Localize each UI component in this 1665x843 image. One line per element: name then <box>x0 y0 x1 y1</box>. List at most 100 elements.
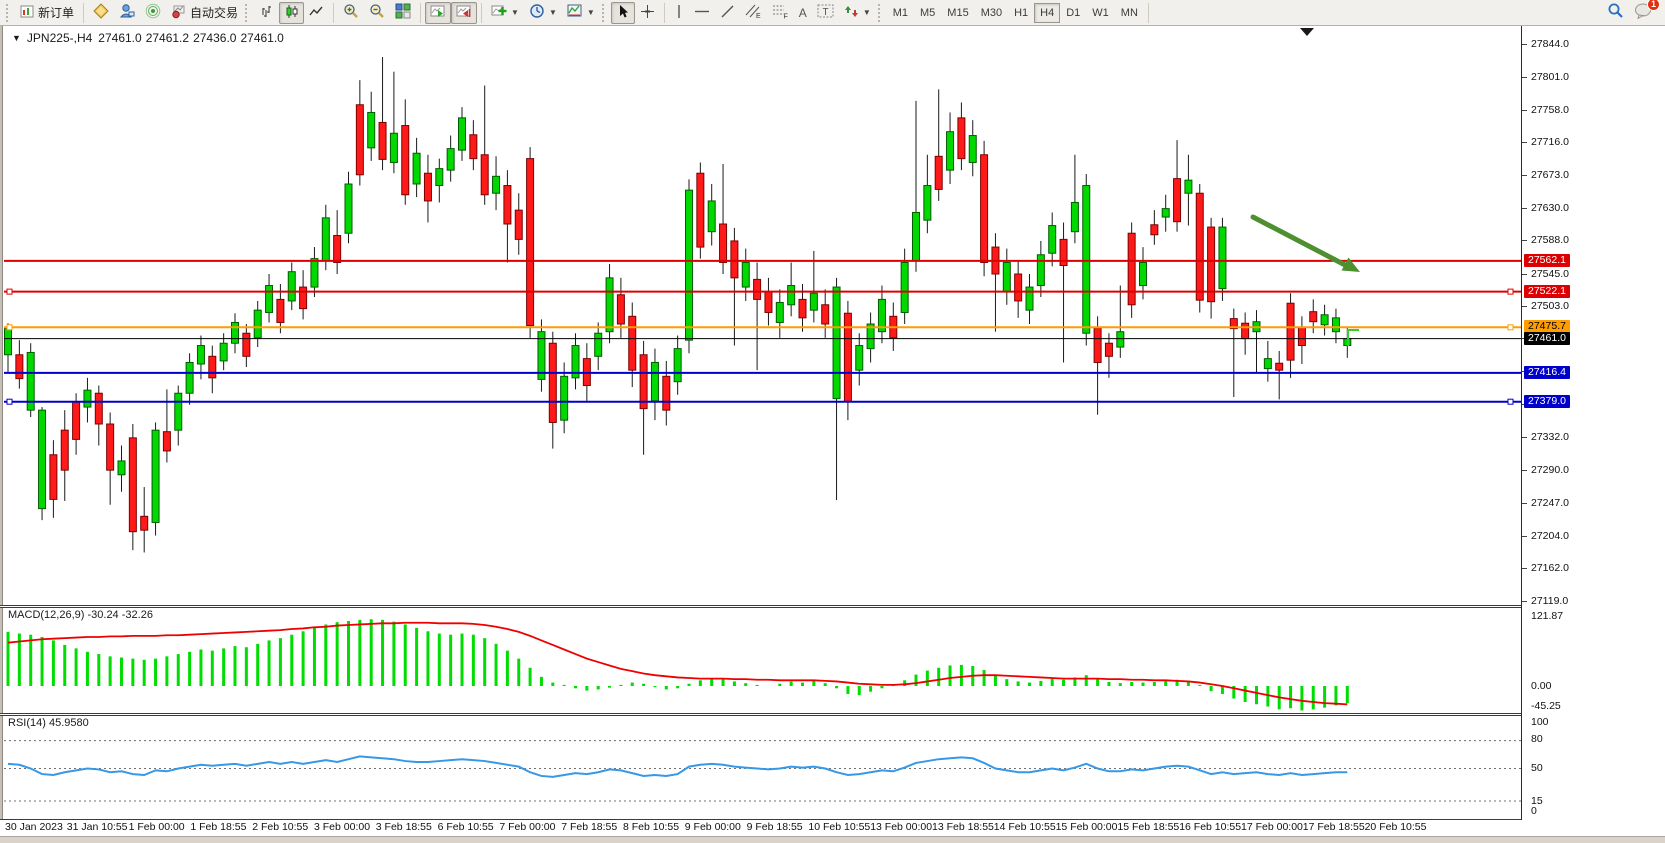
trendline-button[interactable] <box>715 2 740 24</box>
time-axis-label: 3 Feb 00:00 <box>314 821 370 833</box>
search-icon[interactable] <box>1607 2 1624 24</box>
candle-body <box>1298 327 1305 345</box>
price-tick-label: 27247.0 <box>1531 497 1569 510</box>
notifications-button[interactable]: 1 <box>1634 2 1653 24</box>
toolbar-grip[interactable] <box>245 4 250 22</box>
periods-button[interactable]: ▼ <box>524 2 562 24</box>
candle-body <box>720 224 727 262</box>
candle-body <box>288 272 295 301</box>
rsi-pane[interactable] <box>4 716 1521 818</box>
candle-body <box>424 173 431 201</box>
new-order-button[interactable]: 新订单 <box>15 2 79 24</box>
macd-signal-value: -32.26 <box>122 609 153 621</box>
signal-button[interactable] <box>140 2 166 24</box>
time-axis-label: 13 Feb 00:00 <box>870 821 932 833</box>
candle-body <box>935 156 942 189</box>
line-chart-icon <box>309 4 324 22</box>
candle-body <box>436 169 443 186</box>
chevron-down-icon[interactable]: ▼ <box>12 33 21 43</box>
time-axis[interactable]: 30 Jan 202331 Jan 10:551 Feb 00:001 Feb … <box>0 820 1665 836</box>
time-axis-label: 17 Feb 18:55 <box>1303 821 1365 833</box>
candle-body <box>947 132 954 170</box>
macd-pane[interactable] <box>4 608 1521 713</box>
cursor-button[interactable] <box>611 2 635 24</box>
candle-body <box>629 316 636 370</box>
candle-body <box>1117 332 1124 347</box>
price-axis[interactable]: 27844.027801.027758.027716.027673.027630… <box>1521 26 1665 820</box>
chevron-down-icon: ▼ <box>549 8 557 17</box>
toolbar-grip[interactable] <box>878 4 883 22</box>
chart-shift-button[interactable] <box>451 2 477 24</box>
candle-body <box>277 299 284 322</box>
market-watch-button[interactable] <box>88 2 114 24</box>
new-order-label: 新订单 <box>38 4 74 21</box>
candle-body <box>924 186 931 221</box>
zoom-out-button[interactable] <box>364 2 390 24</box>
tile-windows-button[interactable] <box>390 2 416 24</box>
text-label-button[interactable]: T <box>812 2 839 24</box>
indicators-button[interactable]: ▼ <box>486 2 524 24</box>
text-button[interactable]: A <box>794 2 812 24</box>
time-axis-label: 15 Feb 18:55 <box>1117 821 1179 833</box>
tab-m30[interactable]: M30 <box>975 3 1008 23</box>
tab-w1[interactable]: W1 <box>1086 3 1115 23</box>
candle-chart-button[interactable] <box>279 2 304 24</box>
line-handle[interactable] <box>7 399 12 404</box>
tab-mn[interactable]: MN <box>1115 3 1144 23</box>
auto-scroll-icon <box>430 4 446 22</box>
vertical-line-button[interactable] <box>669 2 689 24</box>
text-label-icon: T <box>817 3 834 22</box>
time-axis-label: 20 Feb 10:55 <box>1365 821 1427 833</box>
time-axis-label: 7 Feb 00:00 <box>499 821 555 833</box>
arrows-button[interactable]: ▼ <box>839 2 876 24</box>
line-handle[interactable] <box>1508 325 1513 330</box>
tab-m5[interactable]: M5 <box>914 3 941 23</box>
candle-body <box>220 343 227 361</box>
chart-shift-marker[interactable] <box>1300 28 1314 36</box>
candle-body <box>481 155 488 195</box>
cursor-icon <box>616 4 630 22</box>
templates-button[interactable]: ▼ <box>562 2 600 24</box>
strategy-tester-button[interactable] <box>114 2 140 24</box>
toolbar-grip[interactable] <box>602 4 607 22</box>
line-handle[interactable] <box>7 289 12 294</box>
zoom-in-button[interactable] <box>338 2 364 24</box>
crosshair-button[interactable] <box>635 2 660 24</box>
candle-body <box>901 262 908 312</box>
macd-signal-line <box>8 623 1347 705</box>
autotrade-button[interactable]: 自动交易 <box>166 2 243 24</box>
candle-body <box>95 393 102 424</box>
main-chart-pane[interactable] <box>4 28 1521 605</box>
fibonacci-button[interactable]: F <box>767 2 794 24</box>
candle-body <box>197 346 204 364</box>
auto-scroll-button[interactable] <box>425 2 451 24</box>
candle-body <box>16 355 23 379</box>
time-axis-label: 15 Feb 00:00 <box>1056 821 1118 833</box>
horizontal-line-button[interactable] <box>689 2 715 24</box>
rsi-axis-label: 100 <box>1531 716 1549 729</box>
channel-button[interactable]: E <box>740 2 767 24</box>
toolbar-grip[interactable] <box>6 4 11 22</box>
tab-m1[interactable]: M1 <box>887 3 914 23</box>
candle-body <box>833 287 840 399</box>
line-chart-button[interactable] <box>304 2 329 24</box>
candle-body <box>776 302 783 322</box>
candle-body <box>856 346 863 371</box>
bar-chart-button[interactable] <box>254 2 279 24</box>
candle-body <box>504 186 511 224</box>
line-handle[interactable] <box>1508 399 1513 404</box>
price-line-label: 27562.1 <box>1524 254 1570 267</box>
candle-body <box>1219 227 1226 289</box>
macd-axis-label: 0.00 <box>1531 680 1551 693</box>
annotation-arrow[interactable] <box>1253 217 1360 272</box>
candle-body <box>141 516 148 530</box>
chart-title: ▼ JPN225-,H4 27461.0 27461.2 27436.0 274… <box>12 31 284 45</box>
tab-h1[interactable]: H1 <box>1008 3 1034 23</box>
line-handle[interactable] <box>7 325 12 330</box>
candle-body <box>175 393 182 430</box>
tab-d1[interactable]: D1 <box>1060 3 1086 23</box>
tab-h4[interactable]: H4 <box>1034 3 1060 23</box>
time-axis-label: 31 Jan 10:55 <box>67 821 128 833</box>
line-handle[interactable] <box>1508 289 1513 294</box>
tab-m15[interactable]: M15 <box>941 3 974 23</box>
